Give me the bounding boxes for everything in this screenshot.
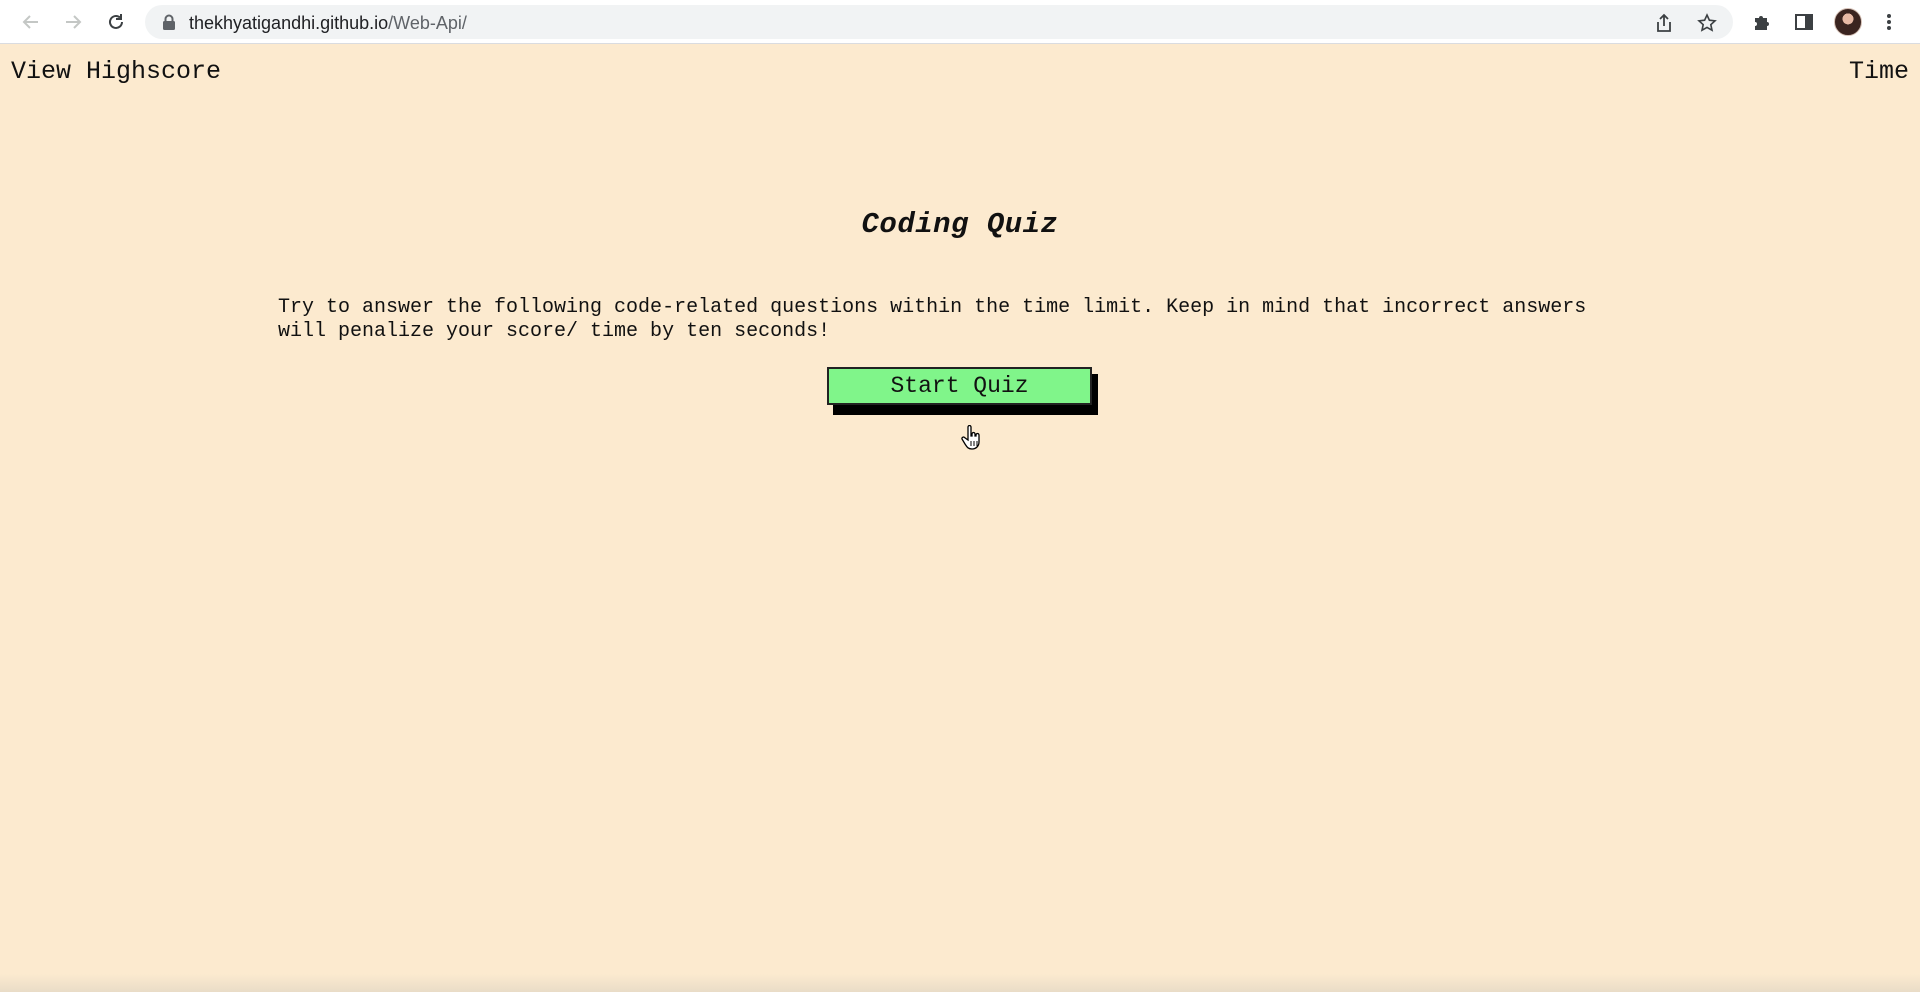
- start-quiz-button[interactable]: Start Quiz: [827, 367, 1092, 405]
- share-button[interactable]: [1653, 12, 1675, 34]
- view-highscore-link[interactable]: View Highscore: [11, 57, 221, 86]
- start-quiz-container: Start Quiz: [827, 367, 1098, 415]
- kebab-menu-icon: [1887, 14, 1891, 30]
- arrow-right-icon: [66, 15, 82, 29]
- url-domain: thekhyatigandhi.github.io: [189, 13, 389, 33]
- menu-button[interactable]: [1876, 9, 1902, 35]
- hand-pointer-icon: [961, 425, 980, 450]
- forward-button[interactable]: [60, 9, 86, 35]
- side-panel-button[interactable]: [1791, 9, 1817, 35]
- arrow-left-icon: [22, 15, 38, 29]
- address-bar[interactable]: thekhyatigandhi.github.io/Web-Api/: [145, 5, 1733, 39]
- bookmark-button[interactable]: [1696, 12, 1718, 34]
- extensions-button[interactable]: [1749, 9, 1775, 35]
- profile-avatar[interactable]: [1834, 8, 1862, 36]
- bottom-edge: [0, 974, 1920, 992]
- timer-label: Time: [1848, 57, 1909, 86]
- lock-icon: [163, 14, 175, 30]
- browser-toolbar: thekhyatigandhi.github.io/Web-Api/: [0, 0, 1920, 44]
- star-icon: [1697, 13, 1717, 32]
- page-content: View Highscore Time Coding Quiz Try to a…: [0, 45, 1920, 992]
- url-path: /Web-Api/: [388, 13, 467, 33]
- puzzle-icon: [1755, 16, 1769, 30]
- back-button[interactable]: [18, 9, 44, 35]
- quiz-description: Try to answer the following code-related…: [278, 296, 1587, 343]
- share-icon: [1657, 13, 1671, 32]
- reload-button[interactable]: [103, 9, 129, 35]
- reload-icon: [109, 14, 123, 29]
- page-title: Coding Quiz: [861, 208, 1059, 241]
- side-panel-icon: [1795, 14, 1813, 30]
- url-text: thekhyatigandhi.github.io/Web-Api/: [189, 13, 467, 34]
